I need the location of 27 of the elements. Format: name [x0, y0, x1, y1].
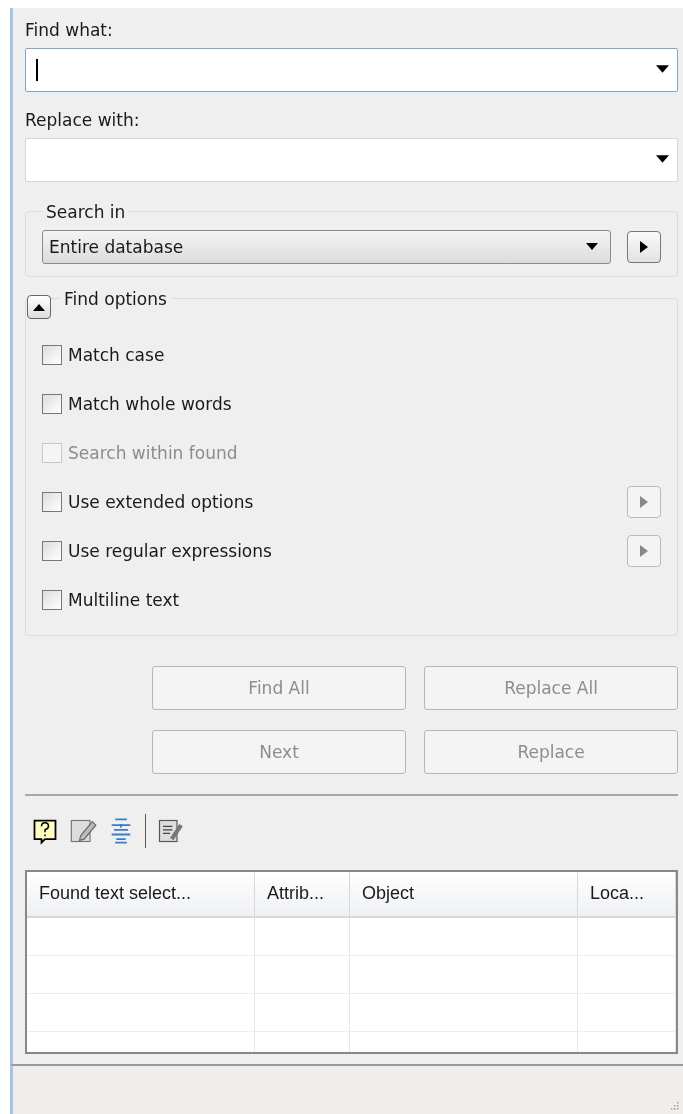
column-header[interactable]: Attrib...: [255, 871, 350, 916]
checkbox[interactable]: Use extended options: [42, 492, 254, 513]
group-legend: Search in: [42, 201, 130, 222]
checkbox[interactable]: Match case: [42, 345, 165, 366]
text-cursor-icon: [36, 58, 38, 81]
group-legend: Find options: [60, 288, 171, 309]
dropdown-arrow-icon: [586, 242, 598, 251]
dropdown-arrow-icon[interactable]: [656, 155, 669, 165]
resize-grip-icon[interactable]: [671, 1102, 679, 1110]
collapse-arrow-icon: [33, 302, 45, 311]
column-header[interactable]: Loca...: [578, 871, 676, 916]
collapse-button[interactable]: [27, 294, 51, 319]
replace-with-field[interactable]: [25, 137, 678, 182]
checkbox[interactable]: Match whole words: [42, 394, 232, 415]
field-label: Replace with:: [25, 109, 140, 130]
search-in-dropdown[interactable]: Entire database: [42, 229, 611, 264]
checkbox[interactable]: Multiline text: [42, 590, 180, 611]
column-header[interactable]: Object: [350, 871, 578, 916]
play-arrow-icon: [640, 545, 648, 558]
play-arrow-icon: [640, 496, 648, 509]
more-button[interactable]: [627, 230, 661, 263]
find-what-field[interactable]: [25, 47, 678, 92]
play-arrow-icon: [640, 240, 648, 253]
column-header[interactable]: Found text select...: [27, 871, 255, 916]
checkbox[interactable]: Use regular expressions: [42, 541, 272, 562]
dropdown-arrow-icon[interactable]: [656, 65, 669, 75]
field-label: Find what:: [25, 19, 113, 40]
